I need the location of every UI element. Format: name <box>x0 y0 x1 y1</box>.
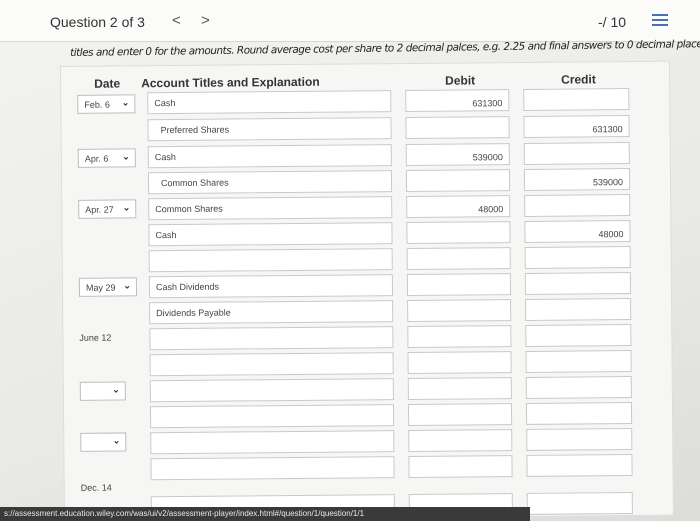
credit-input[interactable]: 631300 <box>523 115 630 138</box>
question-score: -/ 10 <box>598 14 627 30</box>
debit-input[interactable] <box>407 325 512 348</box>
credit-input[interactable] <box>524 194 631 217</box>
date-select[interactable]: Apr. 27 ⌄ <box>78 199 137 219</box>
credit-input[interactable] <box>525 324 632 347</box>
date-label: Dec. 14 <box>80 482 112 493</box>
date-select[interactable]: Feb. 6 ⌄ <box>77 94 136 114</box>
account-input[interactable]: Cash Dividends <box>148 274 394 299</box>
debit-input[interactable]: 48000 <box>406 195 511 218</box>
debit-input[interactable] <box>405 169 511 192</box>
question-list-icon[interactable] <box>652 14 668 28</box>
credit-input[interactable] <box>525 376 632 399</box>
credit-input[interactable] <box>523 88 630 111</box>
credit-input[interactable] <box>525 298 632 321</box>
chevron-down-icon: ⌄ <box>123 280 131 291</box>
account-input[interactable] <box>150 430 395 455</box>
chevron-down-icon: ⌄ <box>122 151 130 162</box>
debit-column-header: Debit <box>445 73 476 88</box>
status-bar-url: s://assessment.education.wiley.com/was/u… <box>0 507 530 521</box>
account-input[interactable]: Cash <box>147 90 392 115</box>
date-select[interactable]: Apr. 6 ⌄ <box>77 148 136 168</box>
date-column-header: Date <box>94 76 121 91</box>
account-input[interactable]: Common Shares <box>148 196 393 221</box>
question-counter: Question 2 of 3 <box>50 14 145 30</box>
debit-input[interactable] <box>406 247 511 270</box>
chevron-down-icon: ⌄ <box>112 435 121 446</box>
credit-column-header: Credit <box>561 72 596 87</box>
debit-input[interactable] <box>407 377 512 400</box>
credit-input[interactable] <box>524 272 632 295</box>
debit-input[interactable] <box>405 116 510 139</box>
account-input[interactable] <box>148 248 393 273</box>
debit-input[interactable]: 539000 <box>405 143 510 166</box>
credit-input[interactable] <box>525 350 632 373</box>
credit-input[interactable]: 48000 <box>524 220 631 243</box>
debit-input[interactable] <box>406 273 512 296</box>
question-header-bar: Question 2 of 3 < > -/ 10 <box>0 0 700 42</box>
prev-question-icon[interactable]: < <box>172 12 181 29</box>
account-input[interactable] <box>150 456 395 481</box>
credit-input[interactable] <box>524 246 631 269</box>
chevron-down-icon: ⌄ <box>122 202 131 213</box>
date-select[interactable]: ⌄ <box>80 432 127 452</box>
account-input[interactable]: Cash <box>148 222 393 247</box>
debit-input[interactable] <box>406 221 511 244</box>
account-input[interactable]: Common Shares <box>147 170 393 195</box>
credit-input[interactable]: 539000 <box>523 168 631 191</box>
date-select[interactable]: May 29 ⌄ <box>78 277 138 297</box>
debit-input[interactable] <box>408 455 513 478</box>
date-label: June 12 <box>79 332 112 343</box>
credit-input[interactable] <box>526 454 633 477</box>
account-input[interactable]: Dividends Payable <box>149 300 394 325</box>
account-input[interactable] <box>149 352 394 377</box>
next-question-icon[interactable]: > <box>201 12 210 29</box>
credit-input[interactable] <box>526 492 633 515</box>
debit-input[interactable] <box>407 299 512 322</box>
chevron-down-icon: ⌄ <box>121 97 130 108</box>
account-input[interactable] <box>149 404 395 429</box>
account-input[interactable] <box>149 326 394 351</box>
chevron-down-icon: ⌄ <box>112 384 120 395</box>
journal-entry-table: Date Account Titles and Explanation Debi… <box>60 60 674 521</box>
debit-input[interactable] <box>408 429 513 452</box>
date-select[interactable]: ⌄ <box>79 381 126 401</box>
debit-input[interactable] <box>407 351 512 374</box>
credit-input[interactable] <box>523 142 630 165</box>
account-input[interactable]: Preferred Shares <box>147 117 392 142</box>
credit-input[interactable] <box>525 402 633 425</box>
debit-input[interactable]: 631300 <box>405 89 510 112</box>
account-input[interactable]: Cash <box>147 144 392 169</box>
credit-input[interactable] <box>526 428 633 451</box>
debit-input[interactable] <box>407 403 513 426</box>
account-column-header: Account Titles and Explanation <box>141 74 320 91</box>
account-input[interactable] <box>149 378 394 403</box>
